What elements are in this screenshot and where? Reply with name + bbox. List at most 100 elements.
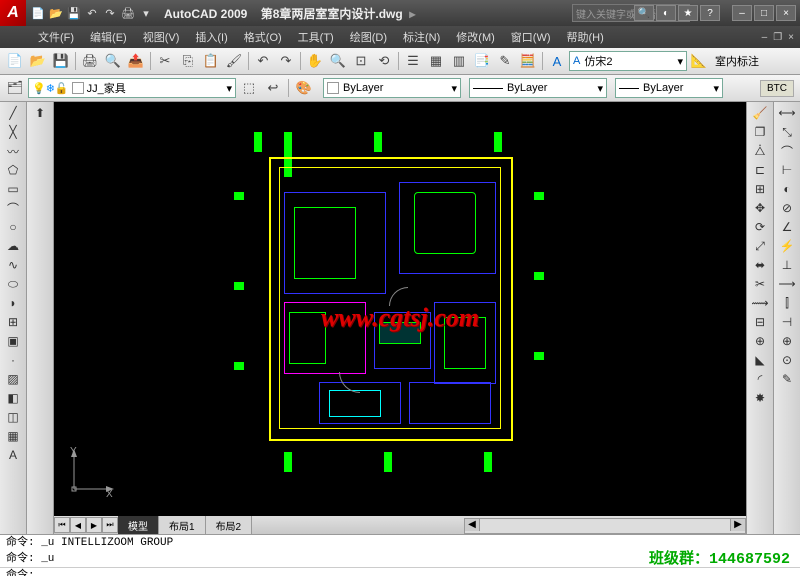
polygon-icon[interactable]: ⬠ (3, 161, 23, 179)
zoom-prev-icon[interactable]: ⟲ (373, 50, 395, 72)
maximize-button[interactable]: □ (754, 5, 774, 21)
break-icon[interactable]: ⊟ (750, 313, 770, 331)
dimstyle-icon[interactable]: 📐 (688, 50, 710, 72)
rectangle-icon[interactable]: ▭ (3, 180, 23, 198)
menu-file[interactable]: 文件(F) (30, 26, 82, 48)
dim-baseline-icon[interactable]: ⊥ (777, 256, 797, 274)
cut-icon[interactable]: ✂ (154, 50, 176, 72)
layer-prev-icon[interactable]: ↩ (262, 77, 284, 99)
dim-break-icon[interactable]: ⊣ (777, 313, 797, 331)
gradient-icon[interactable]: ◧ (3, 389, 23, 407)
scale-icon[interactable]: ⤢ (750, 237, 770, 255)
dropdown-icon[interactable]: ▾ (138, 5, 154, 21)
bring-front-icon[interactable]: ⬆ (30, 104, 50, 122)
mirror-icon[interactable]: ⧊ (750, 142, 770, 160)
tab-prev-icon[interactable]: ◀ (70, 517, 86, 533)
dim-angular-icon[interactable]: ∠ (777, 218, 797, 236)
preview-icon[interactable]: 🔍 (102, 50, 124, 72)
comm-icon[interactable]: ◐ (656, 5, 676, 21)
tab-layout2[interactable]: 布局2 (206, 516, 253, 535)
menu-modify[interactable]: 修改(M) (448, 26, 503, 48)
dim-radius-icon[interactable]: ◐ (777, 180, 797, 198)
btc-label[interactable]: BTC (760, 80, 794, 97)
layer-combo[interactable]: 💡❄🔓 JJ_家具 ▾ (28, 78, 236, 98)
join-icon[interactable]: ⊕ (750, 332, 770, 350)
dim-aligned-icon[interactable]: ⤡ (777, 123, 797, 141)
close-button[interactable]: × (776, 5, 796, 21)
insert-block-icon[interactable]: ⊞ (3, 313, 23, 331)
line-icon[interactable]: ╱ (3, 104, 23, 122)
tool-palette-icon[interactable]: ▥ (448, 50, 470, 72)
extend-icon[interactable]: ⟿ (750, 294, 770, 312)
revcloud-icon[interactable]: ☁ (3, 237, 23, 255)
dim-diameter-icon[interactable]: ⊘ (777, 199, 797, 217)
save-icon[interactable]: 💾 (66, 5, 82, 21)
new-icon[interactable]: 📄 (30, 5, 46, 21)
menu-window[interactable]: 窗口(W) (503, 26, 559, 48)
doc-restore-button[interactable]: ❐ (773, 32, 782, 43)
textstyle-combo[interactable]: A仿宋2 ▾ (569, 51, 687, 71)
design-center-icon[interactable]: ▦ (425, 50, 447, 72)
ellipse-arc-icon[interactable]: ◗ (3, 294, 23, 312)
offset-icon[interactable]: ⊏ (750, 161, 770, 179)
doc-minimize-button[interactable]: – (762, 32, 768, 43)
menu-insert[interactable]: 插入(I) (187, 26, 235, 48)
tab-first-icon[interactable]: ⏮ (54, 517, 70, 533)
dim-edit-icon[interactable]: ✎ (777, 370, 797, 388)
redo-btn-icon[interactable]: ↷ (275, 50, 297, 72)
tab-layout1[interactable]: 布局1 (159, 516, 206, 535)
publish-icon[interactable]: 📤 (125, 50, 147, 72)
paste-icon[interactable]: 📋 (200, 50, 222, 72)
stretch-icon[interactable]: ⬌ (750, 256, 770, 274)
menu-dimension[interactable]: 标注(N) (395, 26, 448, 48)
save-file-icon[interactable]: 💾 (50, 50, 72, 72)
copy-icon[interactable]: ⎘ (177, 50, 199, 72)
zoom-rt-icon[interactable]: 🔍 (327, 50, 349, 72)
open-file-icon[interactable]: 📂 (27, 50, 49, 72)
tab-last-icon[interactable]: ⏭ (102, 517, 118, 533)
region-icon[interactable]: ◫ (3, 408, 23, 426)
layer-state-icon[interactable]: ⬚ (238, 77, 260, 99)
color-btn-icon[interactable]: 🎨 (293, 77, 315, 99)
tab-model[interactable]: 模型 (118, 516, 159, 535)
command-line[interactable]: 命令: _u INTELLIZOOM GROUP 命令: _u 命令: 班级群：… (0, 534, 800, 576)
zoom-win-icon[interactable]: ⊡ (350, 50, 372, 72)
minimize-button[interactable]: – (732, 5, 752, 21)
star-icon[interactable]: ★ (678, 5, 698, 21)
layer-props-icon[interactable]: 🗂 (4, 77, 26, 99)
help-icon[interactable]: ? (700, 5, 720, 21)
print-icon[interactable]: 🖨 (120, 5, 136, 21)
plot-icon[interactable]: 🖨 (79, 50, 101, 72)
center-mark-icon[interactable]: ⊙ (777, 351, 797, 369)
sheet-set-icon[interactable]: 📑 (471, 50, 493, 72)
undo-icon[interactable]: ↶ (84, 5, 100, 21)
menu-tools[interactable]: 工具(T) (290, 26, 342, 48)
menu-view[interactable]: 视图(V) (135, 26, 188, 48)
polyline-icon[interactable]: 〰 (3, 142, 23, 160)
menu-help[interactable]: 帮助(H) (559, 26, 612, 48)
menu-edit[interactable]: 编辑(E) (82, 26, 135, 48)
dim-continue-icon[interactable]: ⟶ (777, 275, 797, 293)
copy-obj-icon[interactable]: ❐ (750, 123, 770, 141)
array-icon[interactable]: ⊞ (750, 180, 770, 198)
dim-arc-icon[interactable]: ⌒ (777, 142, 797, 160)
dim-quick-icon[interactable]: ⚡ (777, 237, 797, 255)
search-icon[interactable]: 🔍 (634, 5, 654, 21)
lineweight-combo[interactable]: ByLayer ▾ (615, 78, 723, 98)
menu-format[interactable]: 格式(O) (236, 26, 290, 48)
calc-icon[interactable]: 🧮 (517, 50, 539, 72)
app-logo[interactable]: A (0, 0, 26, 26)
explode-icon[interactable]: ✸ (750, 389, 770, 407)
mtext-icon[interactable]: A (3, 446, 23, 464)
redo-icon[interactable]: ↷ (102, 5, 118, 21)
drawing-area[interactable]: www.cgtsj.com Y X ⏮ ◀ ▶ ⏭ 模型 布局1 布局2 ◀ ▶ (54, 102, 746, 534)
horizontal-scrollbar[interactable]: ◀ ▶ (464, 518, 746, 534)
match-icon[interactable]: 🖌 (223, 50, 245, 72)
linetype-combo[interactable]: ByLayer ▾ (469, 78, 607, 98)
point-icon[interactable]: · (3, 351, 23, 369)
cmd-prompt[interactable]: 命令: (0, 567, 800, 576)
rotate-icon[interactable]: ⟳ (750, 218, 770, 236)
pan-icon[interactable]: ✋ (304, 50, 326, 72)
fillet-icon[interactable]: ◜ (750, 370, 770, 388)
ellipse-icon[interactable]: ⬭ (3, 275, 23, 293)
